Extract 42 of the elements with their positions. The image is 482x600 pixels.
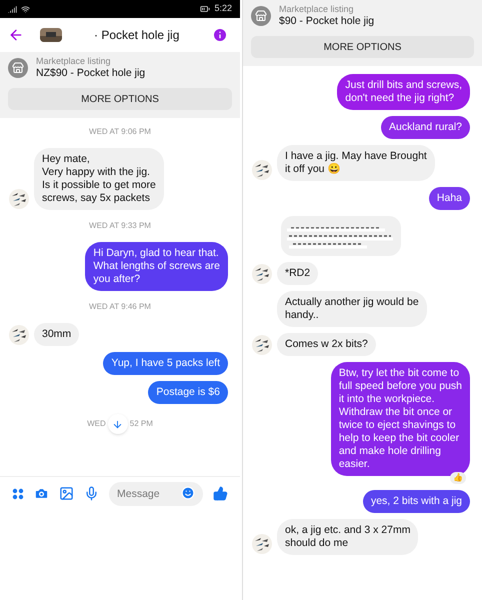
apps-icon[interactable] (12, 488, 24, 500)
like-icon[interactable] (213, 486, 228, 501)
microphone-icon[interactable] (84, 486, 99, 501)
image-icon[interactable] (59, 486, 74, 501)
message-bubble: Auckland rural? (381, 116, 470, 140)
message-bubble: yes, 2 bits with a jig (362, 490, 470, 514)
more-options-button[interactable]: MORE OPTIONS (251, 36, 474, 58)
battery-icon (200, 4, 210, 14)
message-bubble: Actually another jig would be handy.. (277, 291, 427, 328)
message-bubble: *RD2 (277, 262, 318, 286)
timestamp: WED AT 9:33 PM (89, 220, 151, 232)
arrow-down-icon (112, 418, 124, 430)
listing-title: $90 - Pocket hole jig (279, 15, 374, 28)
conversation-title: · Pocket hole jig (94, 27, 180, 44)
timestamp: WED AT 9:46 PM (89, 301, 151, 314)
timestamp: 52 PM (130, 418, 153, 430)
store-icon (8, 58, 28, 78)
message-bubble: Hi Daryn, glad to hear that. What lengths of screws are you after? (85, 242, 228, 292)
timestamp: WED (87, 418, 106, 430)
back-icon[interactable] (8, 27, 24, 43)
timestamp: WED AT 9:06 PM (89, 126, 151, 138)
more-options-button[interactable]: MORE OPTIONS (8, 88, 232, 110)
wifi-icon (21, 4, 30, 14)
signal-icon (8, 4, 17, 14)
listing-label: Marketplace listing (279, 4, 355, 16)
camera-icon[interactable] (34, 486, 49, 501)
info-icon[interactable] (212, 27, 228, 43)
message-bubble: Comes w 2x bits? (277, 333, 376, 356)
message-field[interactable]: Message (109, 482, 203, 506)
store-icon (251, 6, 271, 26)
message-bubble: ok, a jig etc. and 3 x 27mm should do me (277, 519, 418, 556)
listing-title: NZ$90 - Pocket hole jig (36, 67, 146, 80)
scroll-down-button[interactable] (108, 414, 128, 434)
message-bubble: Hey mate, Very happy with the jig. Is it possible to get more screws, say 5x packets (34, 148, 164, 210)
message-bubble: I have a jig. May have Brought it off you 😀 (277, 145, 435, 182)
message-bubble: Postage is $6 (148, 381, 228, 404)
message-bubble: Yup, I have 5 packs left (103, 352, 228, 376)
message-bubble: Just drill bits and screws, don't need the jig right? (337, 74, 470, 110)
message-bubble: 30mm (34, 323, 80, 346)
status-time: 5:22 (214, 2, 232, 16)
listing-label: Marketplace listing (36, 56, 112, 68)
message-bubble: Haha (428, 187, 470, 210)
